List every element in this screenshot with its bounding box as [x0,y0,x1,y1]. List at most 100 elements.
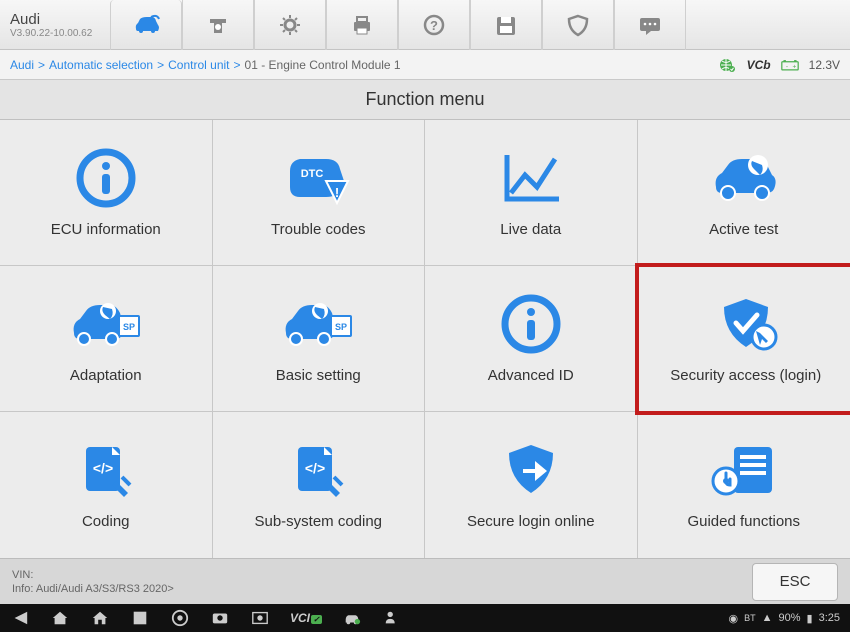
nav-home-icon[interactable] [50,609,70,627]
save-icon [492,13,520,37]
function-label: Sub-system coding [254,513,382,531]
bt-icon: BT [744,613,756,623]
function-grid-wrap: ECU information Trouble codes Live data … [0,120,850,558]
breadcrumb-separator: > [157,58,164,72]
function-coding[interactable]: Coding [0,412,213,558]
function-label: Security access (login) [670,367,821,385]
car-sp-icon [70,293,142,355]
chat-button[interactable] [614,0,686,50]
service-icon [204,13,232,37]
app-header: Audi V3.90.22-10.00.62 ? [0,0,850,50]
shield-button[interactable] [542,0,614,50]
clock-time: 3:25 [819,612,840,624]
function-basic[interactable]: Basic setting [213,266,426,412]
nav-back-icon[interactable] [10,609,30,627]
location-icon: ◉ [728,612,738,625]
info-icon [495,293,567,355]
nav-recent-icon[interactable] [130,609,150,627]
nav-vehicle-icon[interactable] [342,609,362,627]
settings-button[interactable] [254,0,326,50]
breadcrumb-separator: > [38,58,45,72]
nav-brightness-icon[interactable] [250,609,270,627]
settings-icon [276,13,304,37]
print-button[interactable] [326,0,398,50]
service-button[interactable] [182,0,254,50]
function-label: Trouble codes [271,221,366,239]
header-title-block: Audi V3.90.22-10.00.62 [0,11,110,39]
function-guided[interactable]: Guided functions [638,412,850,558]
system-nav-bar: VCI✓ ◉ BT ▲ 90% ▮ 3:25 [0,604,850,632]
function-security[interactable]: Security access (login) [635,263,850,415]
breadcrumb-segment[interactable]: Automatic selection [49,58,153,72]
chart-icon [495,147,567,209]
vci-status-label: VCb [747,58,771,72]
nav-account-icon[interactable] [382,609,402,627]
breadcrumb-segment: 01 - Engine Control Module 1 [245,58,401,72]
shield-icon [564,13,592,37]
car-wrench-icon [708,147,780,209]
globe-status-icon [719,58,737,72]
function-label: Basic setting [276,367,361,385]
print-icon [348,13,376,37]
function-label: Secure login online [467,513,595,531]
function-grid: ECU information Trouble codes Live data … [0,120,850,558]
svg-text:-: - [786,63,788,70]
list-hand-icon [708,439,780,501]
function-subsys[interactable]: Sub-system coding [213,412,426,558]
battery-icon: ▮ [807,612,813,625]
function-advanced[interactable]: Advanced ID [425,266,638,412]
code-doc-icon [282,439,354,501]
header-title: Audi [10,11,110,28]
breadcrumb-row: Audi > Automatic selection > Control uni… [0,50,850,80]
function-label: Active test [709,221,778,239]
info-strip: VIN: Info: Audi/Audi A3/S3/RS3 2020> ESC [0,558,850,604]
help-icon: ? [420,13,448,37]
car-sp-icon [282,293,354,355]
system-status: ◉ BT ▲ 90% ▮ 3:25 [728,612,840,625]
function-active-test[interactable]: Active test [638,120,850,266]
info-icon [70,147,142,209]
function-ecu-info[interactable]: ECU information [0,120,213,266]
battery-car-icon: -+ [781,58,799,72]
shield-click-icon [710,293,782,355]
car-diag-icon [132,13,160,37]
toolbar: ? [110,0,850,50]
function-label: Advanced ID [488,367,574,385]
save-button[interactable] [470,0,542,50]
dtc-icon [282,147,354,209]
nav-garage-icon[interactable] [90,609,110,627]
nav-vci-label[interactable]: VCI✓ [290,611,322,625]
breadcrumb-separator: > [234,58,241,72]
function-label: Live data [500,221,561,239]
function-label: Coding [82,513,130,531]
breadcrumb-segment[interactable]: Control unit [168,58,229,72]
function-trouble[interactable]: Trouble codes [213,120,426,266]
shield-arrow-icon [495,439,567,501]
function-label: Guided functions [687,513,800,531]
info-text: VIN: Info: Audi/Audi A3/S3/RS3 2020> [12,569,752,595]
function-label: ECU information [51,221,161,239]
battery-percent: 90% [778,612,800,624]
breadcrumb-segment[interactable]: Audi [10,58,34,72]
function-adaptation[interactable]: Adaptation [0,266,213,412]
esc-button[interactable]: ESC [752,563,838,601]
function-label: Adaptation [70,367,142,385]
header-version: V3.90.22-10.00.62 [10,28,110,39]
help-button[interactable]: ? [398,0,470,50]
page-title: Function menu [0,80,850,120]
function-live-data[interactable]: Live data [425,120,638,266]
svg-text:?: ? [430,18,438,33]
chat-icon [636,13,664,37]
status-area: VCb -+ 12.3V [719,58,840,72]
car-diag-button[interactable] [110,0,182,50]
vin-label: VIN: [12,569,33,581]
svg-text:+: + [792,63,796,70]
breadcrumb: Audi > Automatic selection > Control uni… [10,58,719,72]
nav-camera-icon[interactable] [210,609,230,627]
wifi-icon: ▲ [762,612,773,624]
vehicle-info-line: Info: Audi/Audi A3/S3/RS3 2020> [12,583,752,595]
function-secure-login[interactable]: Secure login online [425,412,638,558]
voltage-value: 12.3V [809,58,840,72]
code-doc-icon [70,439,142,501]
nav-browser-icon[interactable] [170,609,190,627]
